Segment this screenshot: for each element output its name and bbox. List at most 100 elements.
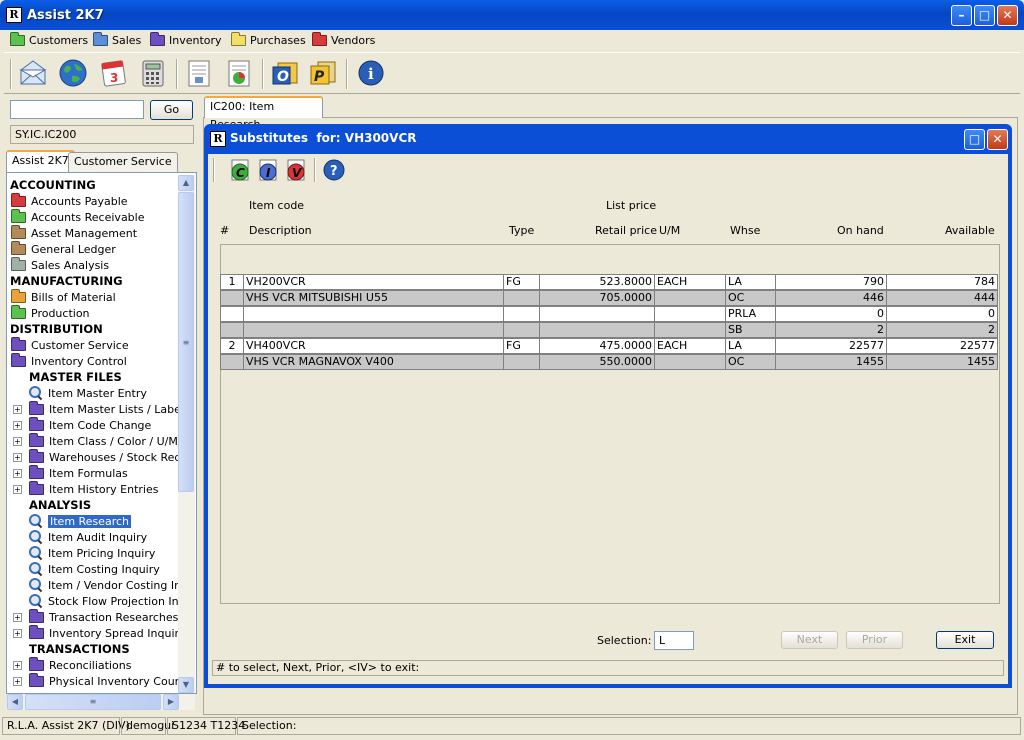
expand-icon[interactable]: +: [13, 468, 22, 478]
expand-icon[interactable]: +: [13, 404, 22, 414]
expand-icon[interactable]: +: [13, 676, 22, 686]
calculator-icon[interactable]: [136, 56, 170, 90]
tab-assist-2k7[interactable]: Assist 2K7: [6, 150, 75, 172]
folder-icon: [29, 432, 44, 447]
tree-item-item-master-entry[interactable]: Item Master Entry: [29, 385, 147, 401]
next-button[interactable]: Next: [781, 631, 838, 649]
tree-item-physical-inventory-count[interactable]: + Physical Inventory Count: [13, 672, 186, 689]
go-button[interactable]: Go: [150, 100, 193, 120]
cell-on-hand: 0: [776, 306, 887, 322]
tree-item-production[interactable]: Production: [10, 304, 90, 321]
chart-report-icon[interactable]: [222, 56, 256, 90]
tree-item-item-vendor-costing-inqu[interactable]: Item / Vendor Costing Inqu: [29, 577, 195, 593]
cell-number: [220, 290, 244, 306]
prior-button[interactable]: Prior: [846, 631, 903, 649]
scroll-down-button[interactable]: ▼: [178, 677, 194, 693]
tree-item-item-formulas[interactable]: + Item Formulas: [13, 464, 128, 481]
cell-um: [655, 306, 726, 322]
cell-um: [655, 322, 726, 338]
tree-item-accounts-receivable[interactable]: Accounts Receivable: [10, 208, 145, 225]
tree-label: ACCOUNTING: [10, 178, 96, 192]
folder-icon: [29, 480, 44, 495]
folder-icon: [29, 608, 44, 623]
exit-button[interactable]: Exit: [936, 631, 994, 649]
table-row[interactable]: VHS VCR MAGNAVOX V400 550.0000 OC 1455 1455: [220, 354, 1000, 370]
globe-icon[interactable]: [56, 56, 90, 90]
minimize-button[interactable]: –: [951, 5, 972, 26]
expand-icon[interactable]: +: [13, 628, 22, 638]
tree-item-accounts-payable[interactable]: Accounts Payable: [10, 192, 128, 209]
cell-available: 444: [887, 290, 998, 306]
tree-item-item-master-lists-labels[interactable]: + Item Master Lists / Labels: [13, 400, 190, 417]
expand-icon[interactable]: +: [13, 452, 22, 462]
tree-item-item-audit-inquiry[interactable]: Item Audit Inquiry: [29, 529, 147, 545]
scroll-thumb[interactable]: ≡: [178, 192, 194, 492]
help-icon[interactable]: ?: [322, 158, 346, 182]
search-input[interactable]: [10, 100, 144, 119]
tree-item-item-pricing-inquiry[interactable]: Item Pricing Inquiry: [29, 545, 155, 561]
tree-item-item-research[interactable]: Item Research: [29, 513, 132, 529]
tree-label: Item Master Lists / Labels: [49, 402, 190, 416]
tree-horizontal-scrollbar[interactable]: ◀ ≡ ▶: [7, 694, 195, 710]
dialog-maximize-button[interactable]: □: [964, 129, 985, 150]
expand-icon[interactable]: +: [13, 612, 22, 622]
tree-item-inventory-control[interactable]: Inventory Control: [10, 352, 127, 369]
scroll-h-thumb[interactable]: ≡: [25, 694, 161, 710]
table-row[interactable]: VHS VCR MITSUBISHI U55 705.0000 OC 446 444: [220, 290, 1000, 306]
cell-code: VHS VCR MITSUBISHI U55: [244, 290, 504, 306]
table-row[interactable]: SB 2 2: [220, 322, 1000, 338]
table-row[interactable]: 2 VH400VCR FG 475.0000 EACH LA 22577 22577: [220, 338, 1000, 354]
tree-item-sales-analysis[interactable]: Sales Analysis: [10, 256, 109, 273]
table-row[interactable]: PRLA 0 0: [220, 306, 1000, 322]
outlook-icon[interactable]: O: [268, 56, 302, 90]
menu-vendors[interactable]: Vendors: [312, 31, 375, 48]
tree-item-item-history-entries[interactable]: + Item History Entries: [13, 480, 158, 497]
tree-item-stock-flow-projection-inqui[interactable]: Stock Flow Projection Inqui: [29, 593, 196, 609]
expand-icon[interactable]: +: [13, 484, 22, 494]
tree-item-inventory-spread-inquiries[interactable]: + Inventory Spread Inquiries: [13, 624, 195, 641]
tree-item-transaction-researches[interactable]: + Transaction Researches: [13, 608, 178, 625]
mail-icon[interactable]: [16, 56, 50, 90]
tab-customer-service[interactable]: Customer Service: [68, 152, 178, 172]
calendar-icon[interactable]: 3: [96, 56, 130, 90]
folder-icon: [231, 31, 246, 46]
menu-inventory[interactable]: Inventory: [150, 31, 222, 48]
expand-icon[interactable]: +: [13, 660, 22, 670]
tab-item-research[interactable]: IC200: Item Research: [204, 96, 323, 131]
tree-vertical-scrollbar[interactable]: ▲ ≡ ▼: [178, 175, 195, 693]
selection-input[interactable]: L: [654, 631, 694, 650]
tree-item-bills-of-material[interactable]: Bills of Material: [10, 288, 116, 305]
tree-item-general-ledger[interactable]: General Ledger: [10, 240, 116, 257]
table-row[interactable]: 1 VH200VCR FG 523.8000 EACH LA 790 784: [220, 274, 1000, 290]
cell-um: EACH: [655, 274, 726, 290]
expand-icon[interactable]: +: [13, 420, 22, 430]
menu-customers[interactable]: Customers: [10, 31, 88, 48]
tree-item-item-code-change[interactable]: + Item Code Change: [13, 416, 151, 433]
scroll-left-button[interactable]: ◀: [7, 694, 23, 710]
dialog-close-button[interactable]: ✕: [987, 129, 1008, 150]
app-title-bar: R Assist 2K7 – □ ✕: [0, 0, 1024, 30]
tree-item-item-class-color-u-m[interactable]: + Item Class / Color / U/M: [13, 432, 178, 449]
tree-label: MANUFACTURING: [10, 274, 123, 288]
menu-purchases[interactable]: Purchases: [231, 31, 306, 48]
report-icon[interactable]: [182, 56, 216, 90]
scroll-right-button[interactable]: ▶: [163, 694, 179, 710]
scroll-up-button[interactable]: ▲: [178, 175, 194, 191]
tree-item-asset-management[interactable]: Asset Management: [10, 224, 137, 241]
v-tool-icon[interactable]: V: [284, 158, 308, 182]
info-icon[interactable]: i: [354, 56, 388, 90]
menu-sales[interactable]: Sales: [93, 31, 141, 48]
svg-text:i: i: [368, 65, 374, 83]
tree-item-item-costing-inquiry[interactable]: Item Costing Inquiry: [29, 561, 160, 577]
magnifier-icon: [29, 578, 43, 592]
i-tool-icon[interactable]: I: [256, 158, 280, 182]
tree-item-reconciliations[interactable]: + Reconciliations: [13, 656, 131, 673]
svg-text:C: C: [236, 166, 245, 180]
close-button[interactable]: ✕: [997, 5, 1018, 26]
tree-item-warehouses-stock-reque[interactable]: + Warehouses / Stock Reque: [13, 448, 195, 465]
expand-icon[interactable]: +: [13, 436, 22, 446]
c-tool-icon[interactable]: C: [228, 158, 252, 182]
p-icon[interactable]: P: [306, 56, 340, 90]
maximize-button[interactable]: □: [974, 5, 995, 26]
tree-item-customer-service[interactable]: Customer Service: [10, 336, 129, 353]
